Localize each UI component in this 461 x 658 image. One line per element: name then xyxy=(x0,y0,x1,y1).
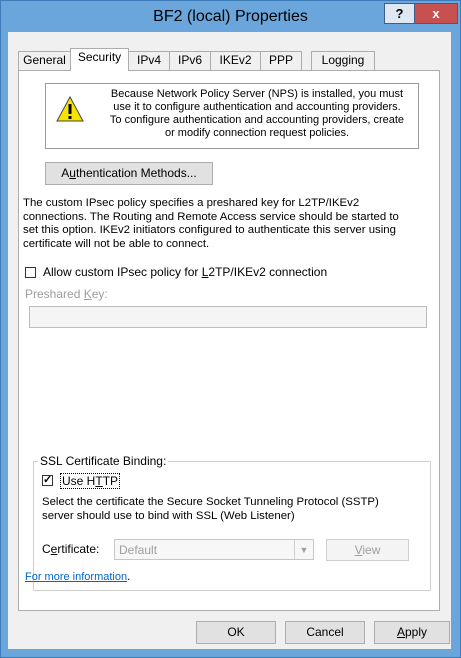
authentication-methods-button[interactable]: Authentication Methods... xyxy=(45,162,213,185)
ssl-group-title: SSL Certificate Binding: xyxy=(38,454,169,468)
description-line: Select the certificate the Secure Socket… xyxy=(42,496,379,508)
preshared-key-input[interactable] xyxy=(29,306,427,328)
label-text: C xyxy=(42,542,51,556)
description-line: connections. The Routing and Remote Acce… xyxy=(23,210,399,223)
more-information-row: For more information. xyxy=(25,571,130,583)
access-key: T xyxy=(95,474,103,488)
ipsec-description: The custom IPsec policy specifies a pres… xyxy=(23,197,437,251)
more-information-link[interactable]: For more information xyxy=(25,571,127,583)
tab-ppp[interactable]: PPP xyxy=(260,51,302,70)
tab-security[interactable]: Security xyxy=(70,48,129,71)
chevron-down-icon[interactable]: ▼ xyxy=(294,540,313,559)
label-text: Use H xyxy=(62,474,96,488)
tab-ikev2[interactable]: IKEv2 xyxy=(210,51,261,70)
description-line: server should use to bind with SSL (Web … xyxy=(42,509,295,522)
description-line: certificate will not be able to connect. xyxy=(23,237,210,250)
use-http-label[interactable]: Use HTTP xyxy=(60,473,121,489)
certificate-select[interactable]: Default ▼ xyxy=(114,539,314,560)
preshared-key-label: Preshared Key: xyxy=(25,287,108,301)
description-line: The custom IPsec policy specifies a pres… xyxy=(23,197,360,209)
nps-notice-box: Because Network Policy Server (NPS) is i… xyxy=(45,83,419,149)
certificate-label: Certificate: xyxy=(42,542,99,556)
help-button[interactable]: ? xyxy=(384,3,415,24)
notice-line: or modify connection request policies. xyxy=(164,127,350,139)
label-text: 2TP/IKEv2 connection xyxy=(208,265,328,279)
view-certificate-button[interactable]: View xyxy=(326,539,409,561)
label-text: Preshared xyxy=(25,287,84,301)
tab-logging[interactable]: Logging xyxy=(311,51,375,70)
notice-line: To configure authentication and accounti… xyxy=(109,114,405,126)
button-label: pply xyxy=(405,625,428,639)
access-key: A xyxy=(396,625,405,639)
access-key: K xyxy=(83,287,92,301)
link-suffix: . xyxy=(127,571,131,583)
label-text: TP xyxy=(102,474,119,488)
nps-notice-text: Because Network Policy Server (NPS) is i… xyxy=(102,88,412,140)
tab-ipv4[interactable]: IPv4 xyxy=(128,51,170,70)
close-button[interactable]: x xyxy=(414,3,458,24)
custom-ipsec-policy-checkbox[interactable] xyxy=(25,267,36,278)
use-http-checkbox[interactable] xyxy=(42,473,53,486)
button-label: thentication Methods... xyxy=(75,166,197,180)
sstp-description: Select the certificate the Secure Socket… xyxy=(42,496,422,523)
label-text: Allow custom IPsec policy for xyxy=(43,265,202,279)
security-tab-panel: Because Network Policy Server (NPS) is i… xyxy=(18,70,440,611)
tab-ipv6[interactable]: IPv6 xyxy=(169,51,211,70)
label-text: ey: xyxy=(91,287,108,301)
ok-button[interactable]: OK xyxy=(196,621,276,644)
access-key: u xyxy=(69,166,76,180)
apply-button[interactable]: Apply xyxy=(374,621,450,644)
cancel-button[interactable]: Cancel xyxy=(285,621,365,644)
title-bar[interactable]: BF2 (local) Properties ? x xyxy=(1,1,460,33)
notice-line: Because Network Policy Server (NPS) is i… xyxy=(110,88,404,100)
label-text: rtificate: xyxy=(57,542,100,556)
button-label: iew xyxy=(362,543,381,557)
description-line: set this option. IKEv2 initiators config… xyxy=(23,224,396,236)
notice-line: use it to configure authentication and a… xyxy=(113,101,401,113)
certificate-value: Default xyxy=(119,543,158,557)
custom-ipsec-policy-label[interactable]: Allow custom IPsec policy for L2TP/IKEv2… xyxy=(43,265,327,279)
tab-general[interactable]: General xyxy=(18,51,71,70)
warning-icon xyxy=(56,96,84,122)
